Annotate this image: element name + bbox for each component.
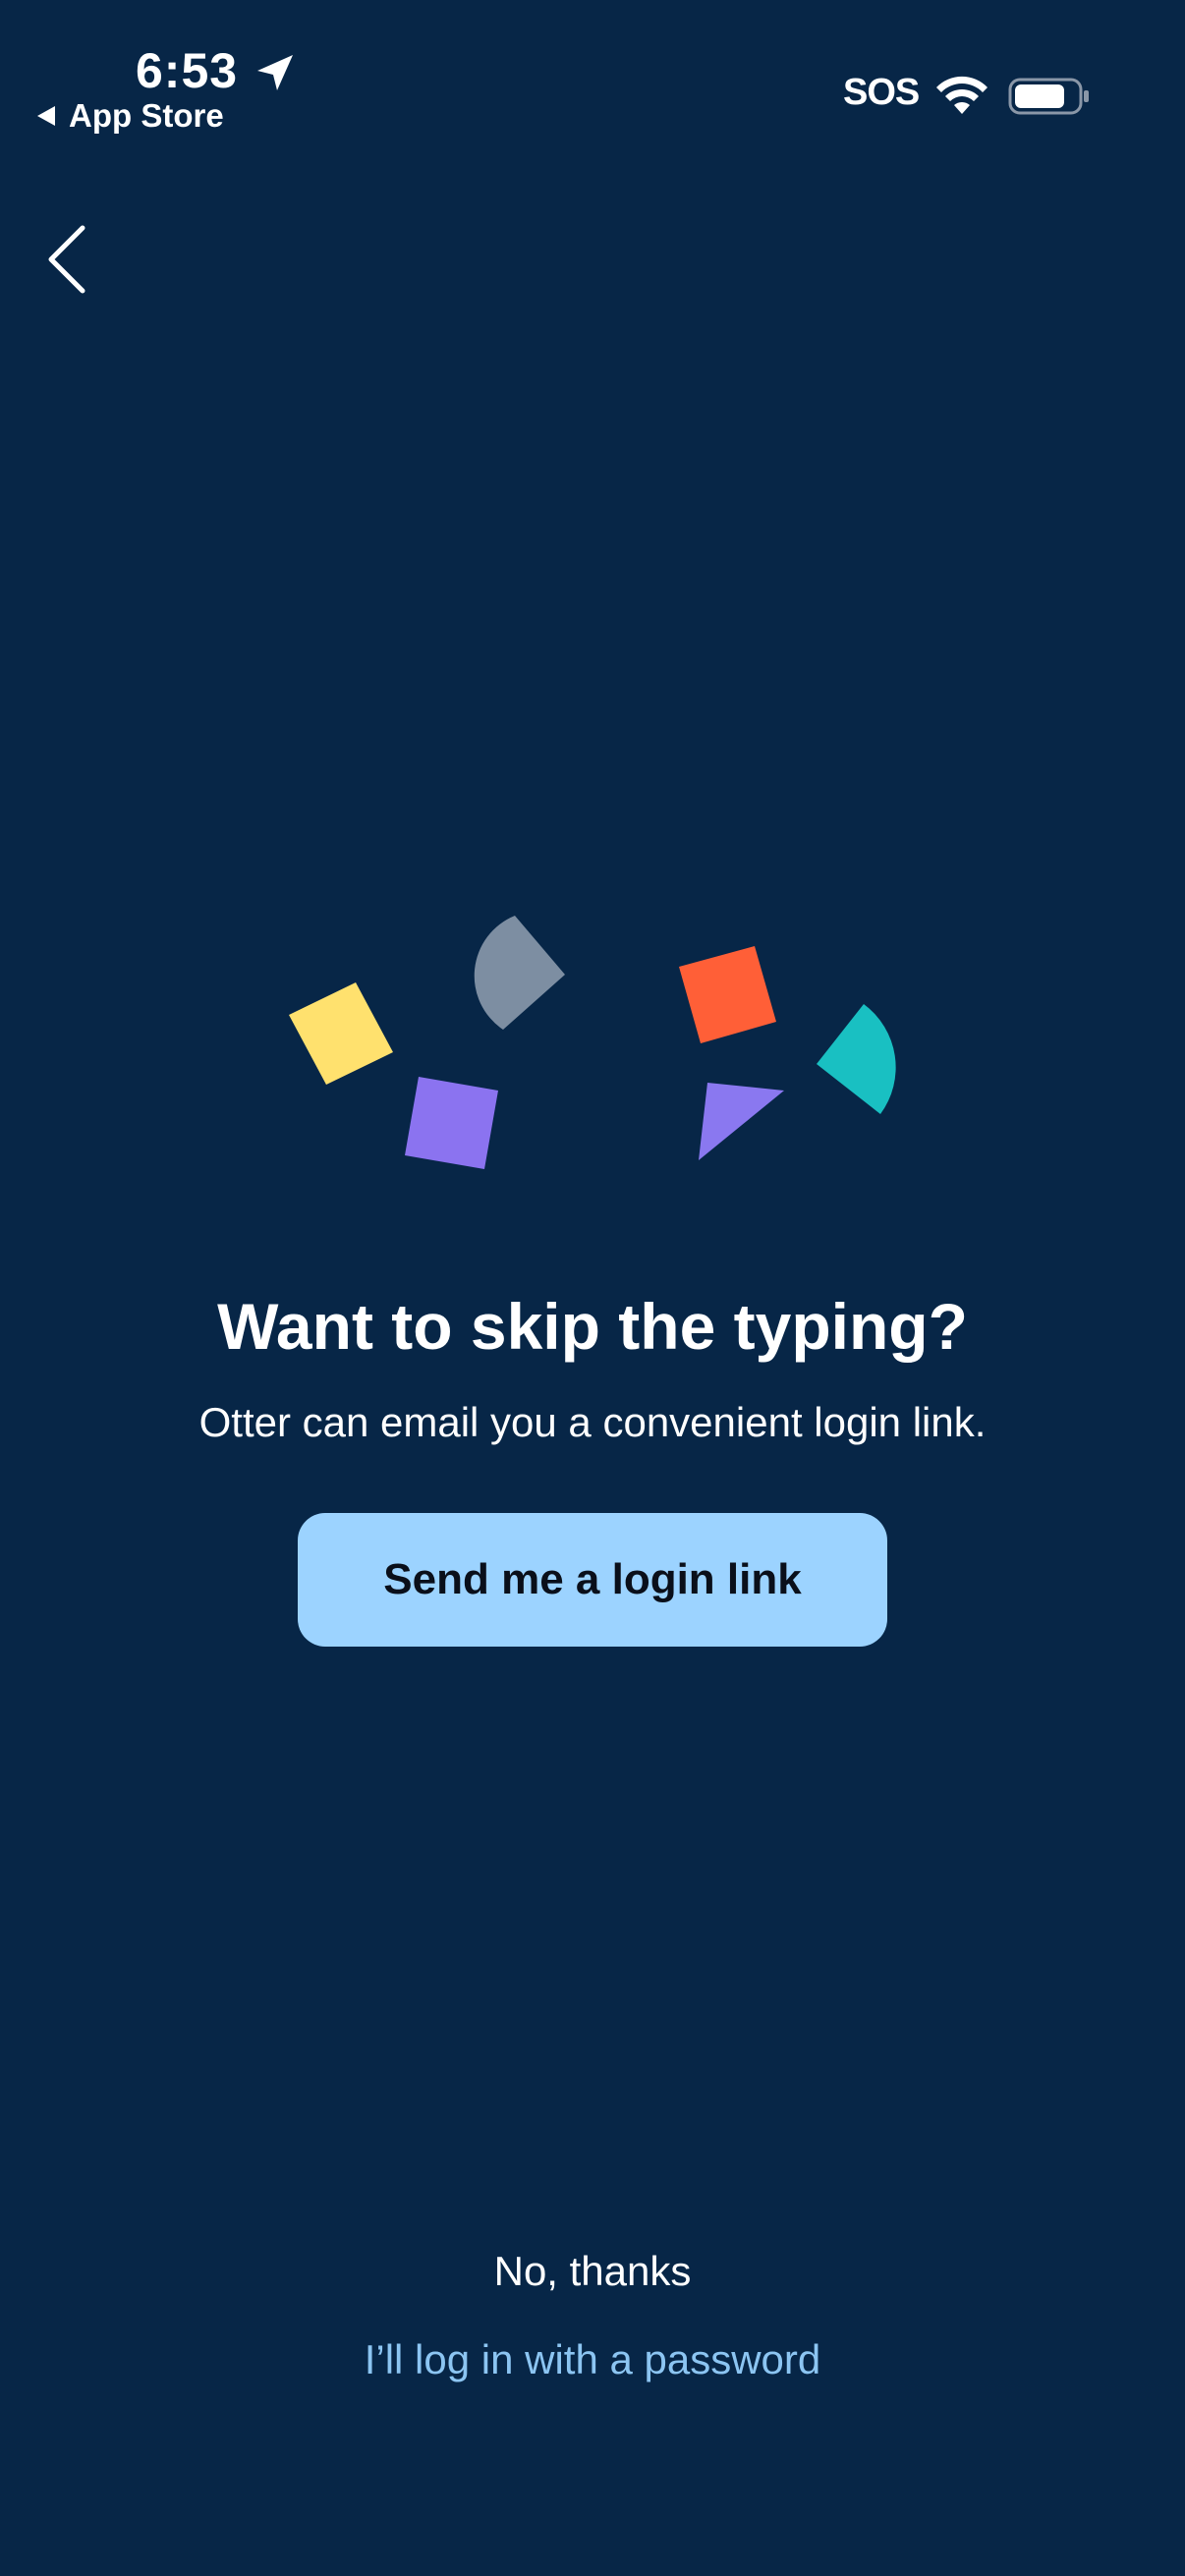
back-to-app-store[interactable]: App Store [35, 96, 224, 136]
yellow-square-shape [289, 982, 393, 1085]
chevron-left-icon [48, 225, 85, 294]
battery-icon [1008, 78, 1089, 115]
purple-square-shape [405, 1077, 498, 1169]
gray-fan-shape [474, 916, 565, 1030]
status-time: 6:53 [136, 43, 239, 98]
orange-square-shape [679, 946, 776, 1043]
wifi-icon [936, 76, 988, 114]
page-title: Want to skip the typing? [217, 1290, 968, 1363]
confetti-illustration [289, 916, 896, 1169]
no-thanks-button[interactable]: No, thanks [0, 2242, 1185, 2301]
status-bar: 6:53 App Store SOS [0, 0, 1185, 138]
teal-quarter-shape [817, 1004, 896, 1114]
back-to-app-label: App Store [69, 97, 224, 134]
violet-triangle-shape [699, 1083, 784, 1160]
page-subtitle: Otter can email you a convenient login l… [198, 1399, 987, 1445]
carrier-sos: SOS [843, 72, 920, 113]
password-login-link[interactable]: I’ll log in with a password [0, 2330, 1185, 2389]
location-arrow-icon [257, 55, 293, 90]
login-link-screen: 6:53 App Store SOS Want to skip the typi… [0, 0, 1185, 2576]
back-triangle-icon [37, 106, 55, 126]
send-login-link-button[interactable]: Send me a login link [298, 1513, 887, 1647]
back-button[interactable] [35, 218, 98, 301]
